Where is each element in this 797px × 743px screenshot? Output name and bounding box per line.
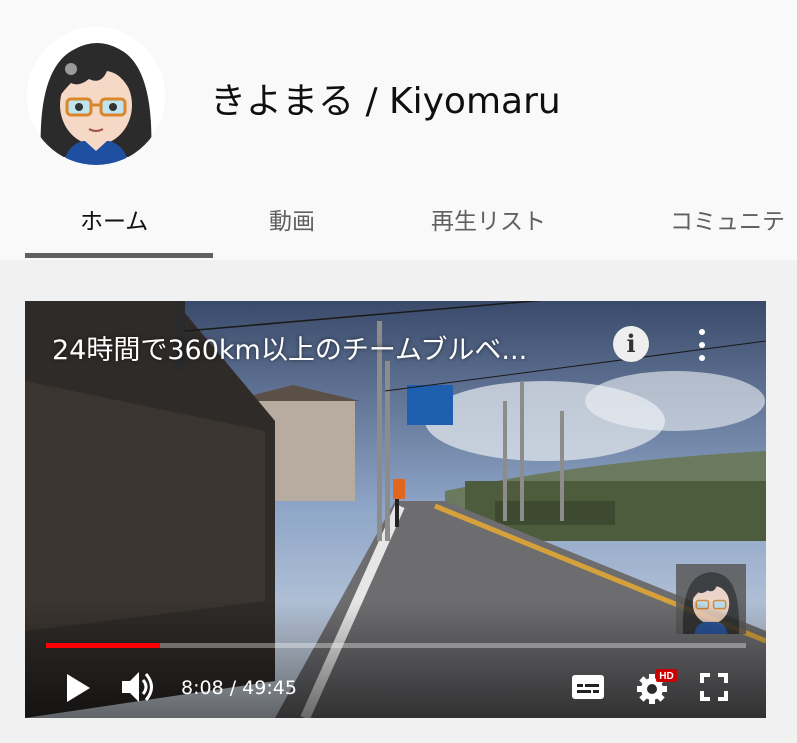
avatar-illustration [27, 27, 165, 165]
active-tab-indicator [25, 253, 213, 258]
volume-icon[interactable] [121, 670, 157, 704]
tab-playlists[interactable]: 再生リスト [431, 202, 546, 236]
channel-header: きよまる / Kiyomaru ホーム 動画 再生リスト コミュニテ [0, 0, 797, 260]
video-player[interactable]: 24時間で360km以上のチームブルベ... i 8:08 / 49:45 HD [25, 301, 766, 718]
time-display: 8:08 / 49:45 [181, 677, 297, 699]
tab-videos[interactable]: 動画 [269, 202, 315, 236]
channel-name: きよまる / Kiyomaru [210, 81, 561, 122]
hd-badge-label: HD [659, 671, 673, 682]
video-title[interactable]: 24時間で360km以上のチームブルベ... [52, 328, 527, 367]
channel-avatar[interactable] [27, 27, 165, 165]
progress-played [46, 643, 161, 648]
more-vert-icon[interactable] [693, 325, 711, 365]
subtitles-icon[interactable] [571, 674, 605, 700]
play-icon[interactable] [65, 673, 91, 703]
settings-icon[interactable]: HD [637, 669, 677, 705]
info-icon[interactable]: i [613, 326, 649, 362]
channel-tabs: ホーム 動画 再生リスト コミュニテ [0, 175, 797, 260]
fullscreen-icon[interactable] [700, 673, 728, 701]
progress-bar[interactable] [46, 643, 746, 648]
tab-community[interactable]: コミュニテ [670, 202, 785, 236]
tab-home[interactable]: ホーム [80, 202, 148, 236]
